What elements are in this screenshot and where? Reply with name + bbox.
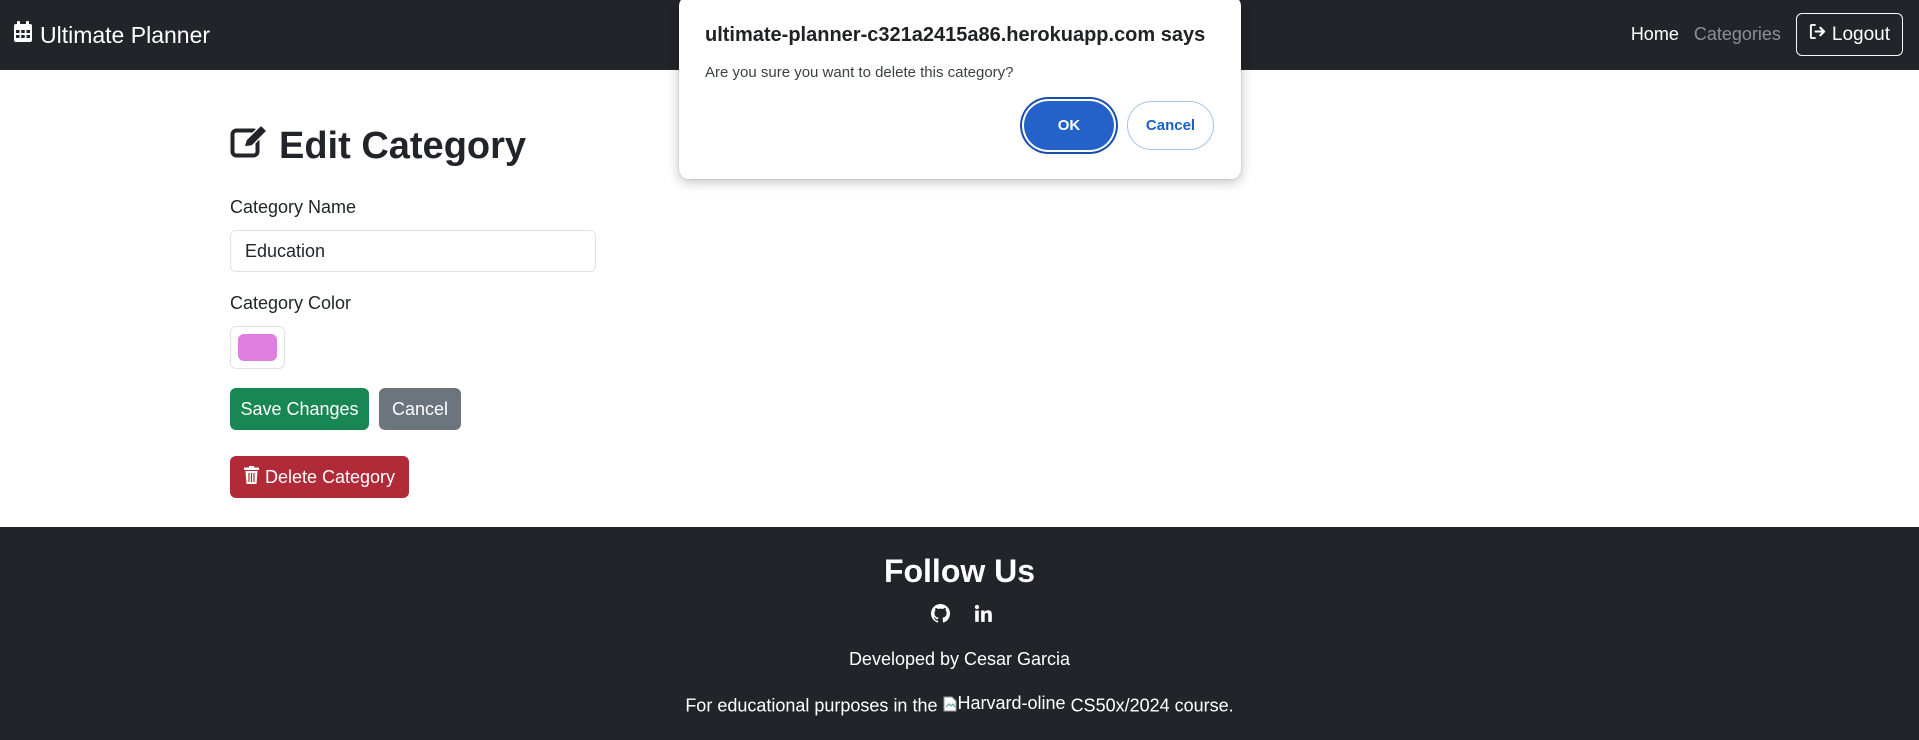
nav-categories-link[interactable]: Categories xyxy=(1694,24,1781,45)
broken-image-icon xyxy=(943,696,956,711)
educational-note: For educational purposes in the Harvard-… xyxy=(0,693,1919,717)
nav-right: Home Categories Logout xyxy=(1631,13,1903,56)
delete-category-label: Delete Category xyxy=(264,466,396,487)
category-color-picker[interactable] xyxy=(230,326,285,369)
footer: Follow Us Developed by Cesar Garcia For … xyxy=(0,527,1919,740)
delete-category-button[interactable]: Delete Category xyxy=(230,456,409,498)
cancel-button[interactable]: Cancel xyxy=(379,388,461,430)
logout-button[interactable]: Logout xyxy=(1795,13,1903,56)
harvard-logo-broken-image: Harvard-oline xyxy=(943,693,1066,714)
nav-home-link[interactable]: Home xyxy=(1631,24,1679,45)
confirm-dialog: ultimate-planner-c321a2415a86.herokuapp.… xyxy=(679,0,1241,179)
edu-prefix: For educational purposes in the xyxy=(685,695,938,716)
dialog-title: ultimate-planner-c321a2415a86.herokuapp.… xyxy=(705,24,1206,46)
edu-suffix: CS50x/2024 course. xyxy=(1070,695,1234,716)
dialog-ok-button[interactable]: OK xyxy=(1024,101,1114,150)
page-title-text: Edit Category xyxy=(279,125,527,167)
calendar-icon xyxy=(13,21,33,49)
brand-link[interactable]: Ultimate Planner xyxy=(13,21,210,49)
category-name-input[interactable] xyxy=(230,230,596,272)
logout-label: Logout xyxy=(1831,23,1890,45)
trash-icon xyxy=(243,465,259,489)
save-changes-button[interactable]: Save Changes xyxy=(230,388,369,430)
category-name-label: Category Name xyxy=(230,197,357,217)
brand-label: Ultimate Planner xyxy=(40,21,211,48)
footer-title: Follow Us xyxy=(883,553,1036,589)
page-title: Edit Category xyxy=(230,123,527,169)
github-icon[interactable] xyxy=(930,604,950,623)
category-color-label: Category Color xyxy=(230,293,352,313)
dialog-cancel-button[interactable]: Cancel xyxy=(1127,101,1214,150)
color-swatch xyxy=(238,334,277,361)
harvard-logo-alt-text: Harvard-oline xyxy=(957,693,1066,713)
edit-icon xyxy=(230,123,269,169)
developed-by-text: Developed by Cesar Garcia xyxy=(848,649,1071,669)
sign-out-icon xyxy=(1809,23,1826,46)
dialog-message: Are you sure you want to delete this cat… xyxy=(705,64,1014,81)
social-links xyxy=(0,604,1919,623)
linkedin-icon[interactable] xyxy=(974,604,993,623)
